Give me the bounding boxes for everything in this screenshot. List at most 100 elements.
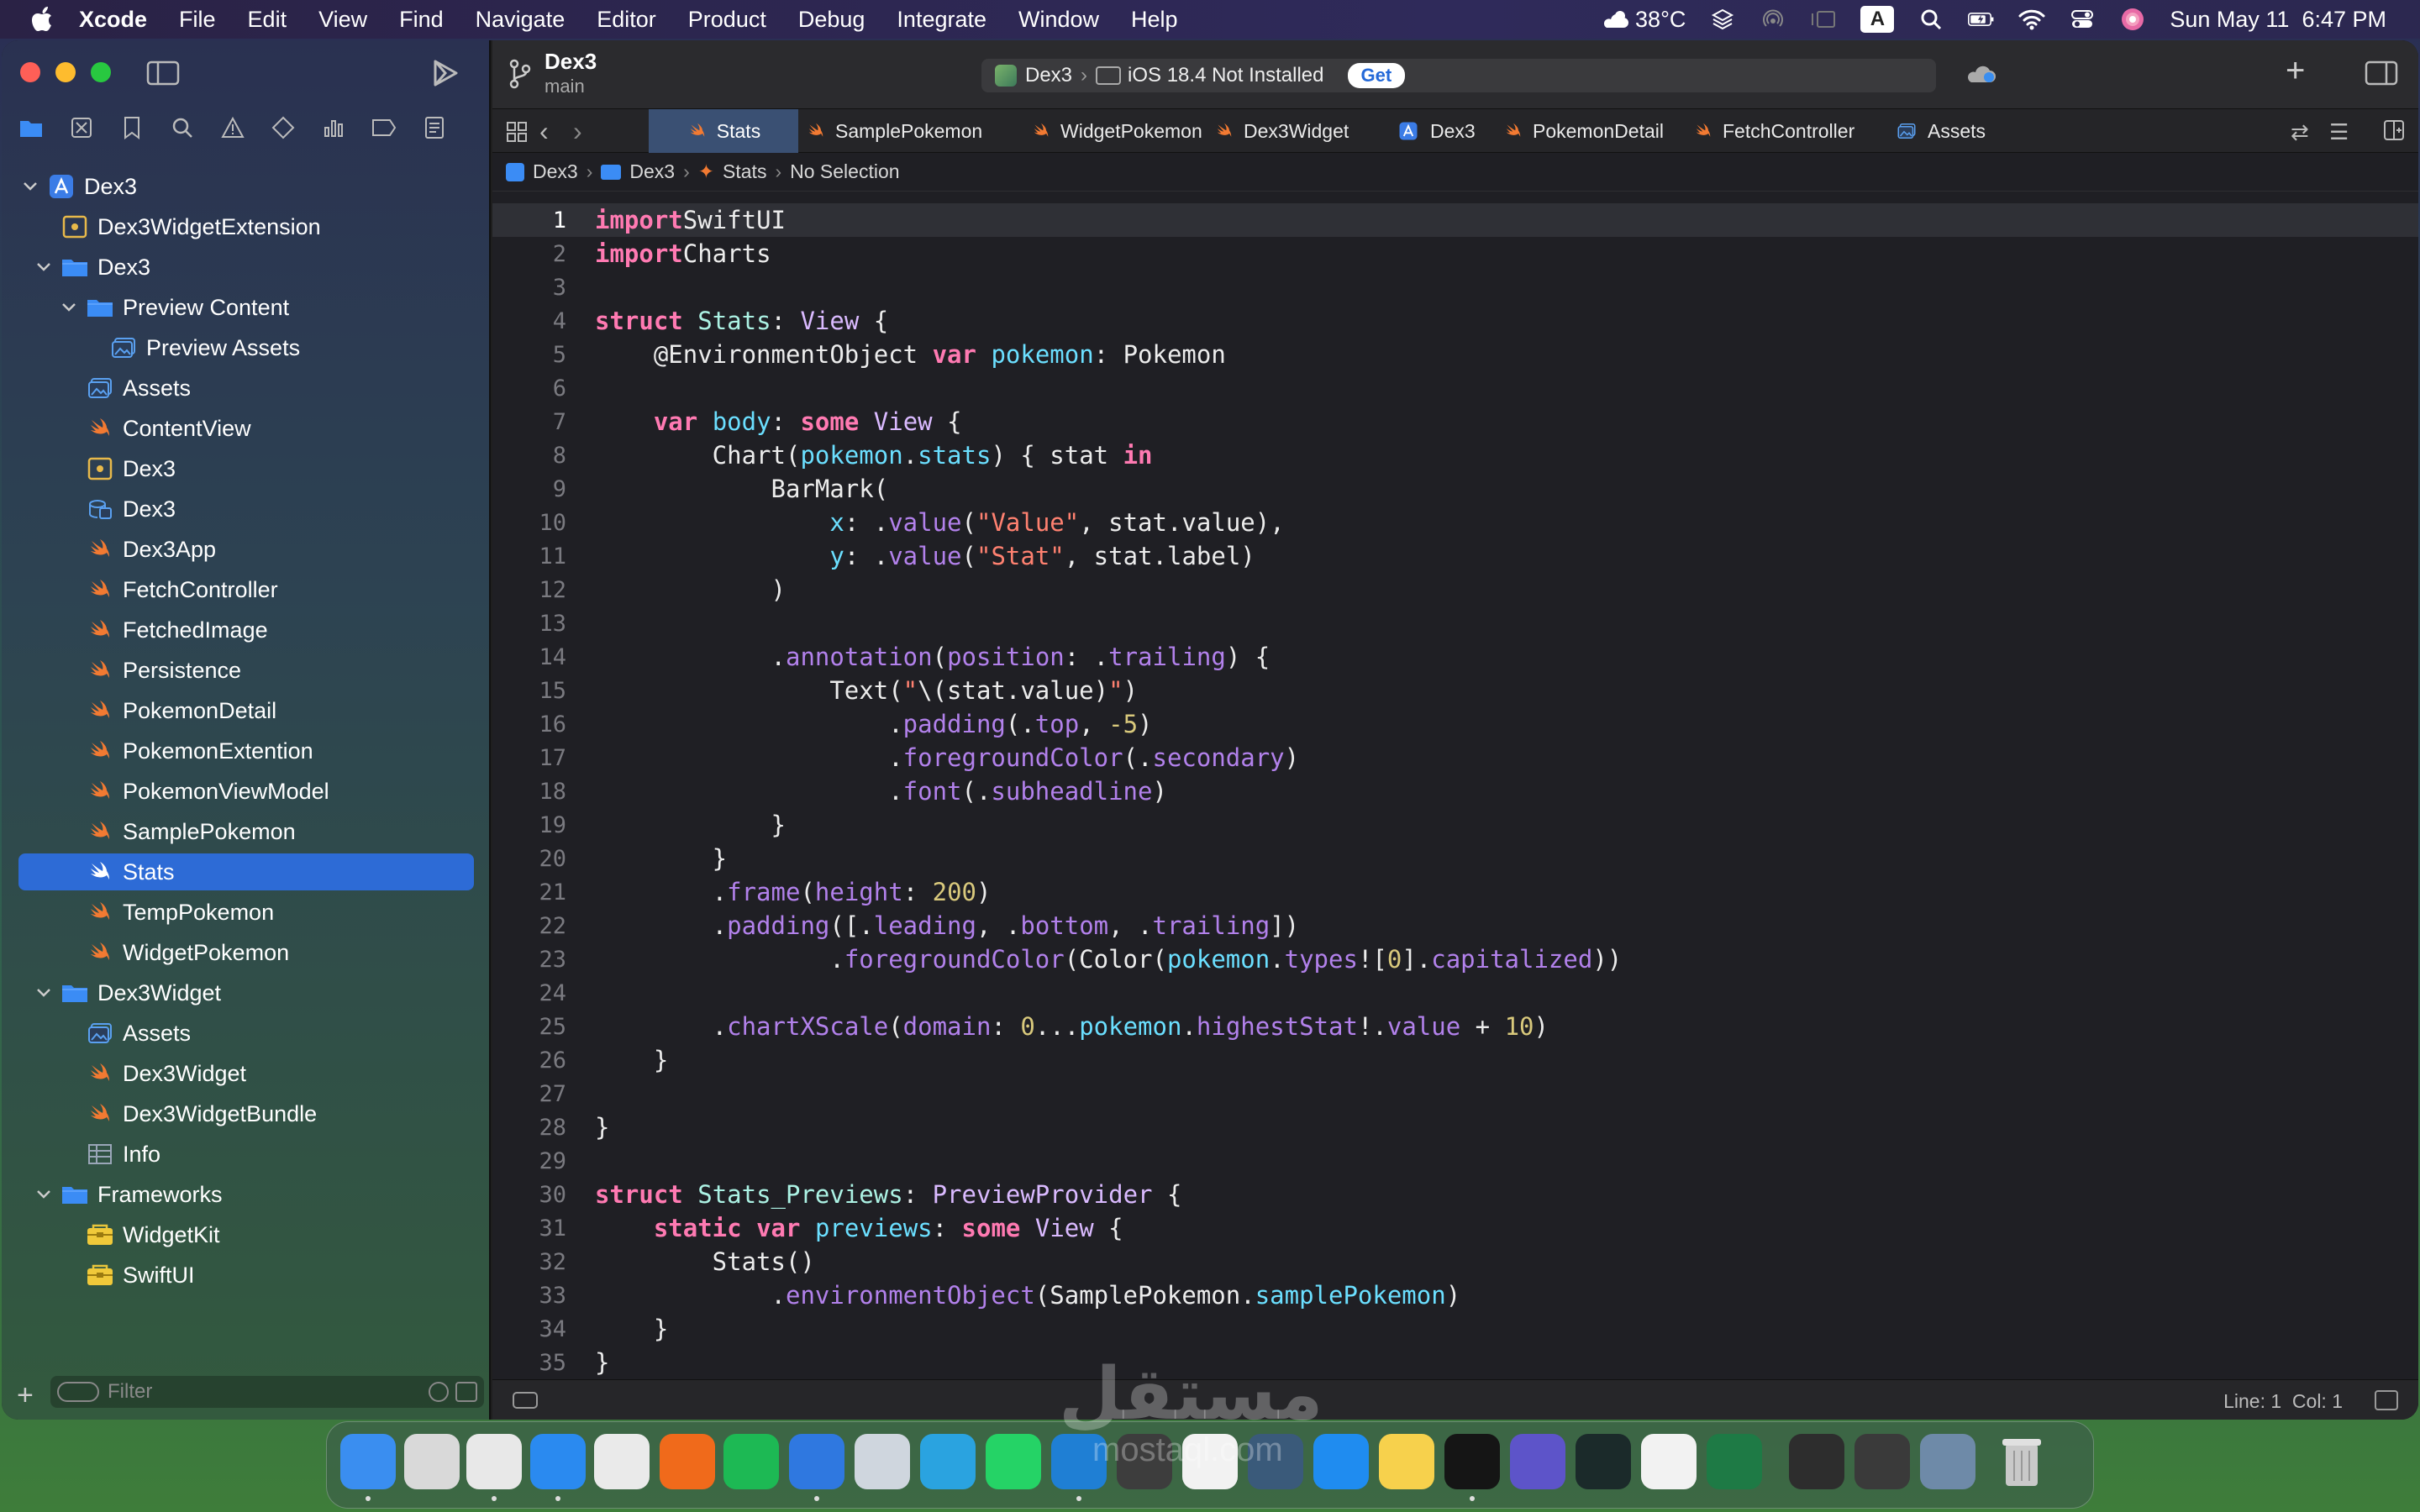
bookmark-navigator-icon[interactable] (119, 115, 145, 140)
chevron-down-icon[interactable] (35, 1186, 52, 1203)
report-navigator-icon[interactable] (422, 115, 447, 140)
source-control-navigator-icon[interactable] (69, 115, 94, 140)
line-number[interactable]: 15 (492, 678, 566, 704)
navigator-item-dex3widgetbundle[interactable]: Dex3WidgetBundle (18, 1095, 474, 1132)
add-library-icon[interactable]: + (2286, 52, 2305, 90)
code-line[interactable]: 13 (492, 606, 2418, 640)
add-file-icon[interactable]: + (17, 1379, 34, 1412)
telegram-icon[interactable] (920, 1434, 976, 1489)
menu-edit[interactable]: Edit (248, 7, 287, 33)
breakpoint-navigator-icon[interactable] (371, 115, 397, 140)
navigator-item-dex3[interactable]: Dex3 (18, 491, 474, 528)
navigator-item-temppokemon[interactable]: TempPokemon (18, 894, 474, 931)
code-line[interactable]: 14 .annotation(position: .trailing) { (492, 640, 2418, 674)
add-editor-icon[interactable] (2383, 119, 2405, 146)
code-line[interactable]: 20 } (492, 842, 2418, 875)
navigator-item-dex3[interactable]: Dex3 (18, 450, 474, 487)
layers-icon[interactable] (1709, 7, 1736, 32)
navigator-item-pokemonviewmodel[interactable]: PokemonViewModel (18, 773, 474, 810)
screenshot-icon[interactable] (1920, 1434, 1975, 1489)
tab-dex3widget[interactable]: Dex3Widget (1213, 109, 1371, 153)
line-number[interactable]: 28 (492, 1115, 566, 1141)
code-line[interactable]: 8 Chart(pokemon.stats) { stat in (492, 438, 2418, 472)
scheme-target[interactable]: Dex3 (1025, 64, 1072, 87)
code-line[interactable]: 7 var body: some View { (492, 405, 2418, 438)
find-navigator-icon[interactable] (170, 115, 195, 140)
line-number[interactable]: 8 (492, 443, 566, 469)
run-destination[interactable]: iOS 18.4 Not Installed (1128, 64, 1323, 87)
navigator-item-widgetpokemon[interactable]: WidgetPokemon (18, 934, 474, 971)
line-number[interactable]: 17 (492, 745, 566, 771)
code-line[interactable]: 27 (492, 1077, 2418, 1110)
menu-editor[interactable]: Editor (597, 7, 656, 33)
code-line[interactable]: 4 struct Stats: View { (492, 304, 2418, 338)
line-number[interactable]: 26 (492, 1047, 566, 1074)
code-line[interactable]: 30 struct Stats_Previews: PreviewProvider… (492, 1178, 2418, 1211)
line-number[interactable]: 24 (492, 980, 566, 1006)
code-line[interactable]: 24 (492, 976, 2418, 1010)
d-app-icon[interactable] (1510, 1434, 1565, 1489)
code-line[interactable]: 5 @EnvironmentObject var pokemon: Pokemo… (492, 338, 2418, 371)
line-number[interactable]: 11 (492, 543, 566, 570)
vscode-icon[interactable] (1051, 1434, 1107, 1489)
line-number[interactable]: 19 (492, 812, 566, 838)
code-line[interactable]: 9 BarMark( (492, 472, 2418, 506)
code-line[interactable]: 6 (492, 371, 2418, 405)
code-line[interactable]: 15 Text("\(stat.value)") (492, 674, 2418, 707)
line-number[interactable]: 12 (492, 577, 566, 603)
line-number[interactable]: 25 (492, 1014, 566, 1040)
line-number[interactable]: 14 (492, 644, 566, 670)
menu-window[interactable]: Window (1018, 7, 1099, 33)
folder-navigator-icon[interactable] (18, 115, 44, 140)
tab-samplepokemon[interactable]: SamplePokemon (805, 109, 1003, 153)
minimap-toggle-icon[interactable] (2375, 1390, 2398, 1410)
menu-find[interactable]: Find (399, 7, 444, 33)
line-number[interactable]: 27 (492, 1081, 566, 1107)
line-number[interactable]: 21 (492, 879, 566, 906)
chevron-down-icon[interactable] (60, 299, 77, 316)
code-line[interactable]: 33 .environmentObject(SamplePokemon.samp… (492, 1278, 2418, 1312)
scm-filter-icon[interactable] (455, 1382, 477, 1402)
code-line[interactable]: 1 importSwiftUI (492, 203, 2418, 237)
code-line[interactable]: 31 static var previews: some View { (492, 1211, 2418, 1245)
notes-icon[interactable] (1379, 1434, 1434, 1489)
code-line[interactable]: 32 Stats() (492, 1245, 2418, 1278)
chevron-down-icon[interactable] (35, 259, 52, 276)
issue-navigator-icon[interactable] (220, 115, 245, 140)
navigator-item-pokemondetail[interactable]: PokemonDetail (18, 692, 474, 729)
navigator-item-pokemonextention[interactable]: PokemonExtention (18, 732, 474, 769)
line-number[interactable]: 1 (492, 207, 566, 234)
chevron-down-icon[interactable] (35, 984, 52, 1001)
navigator-item-dex3[interactable]: Dex3 (18, 249, 474, 286)
tab-assets[interactable]: Assets (1894, 109, 1988, 153)
chatgpt-icon[interactable] (1182, 1434, 1238, 1489)
line-number[interactable]: 35 (492, 1350, 566, 1376)
safari-icon[interactable] (530, 1434, 586, 1489)
line-number[interactable]: 34 (492, 1316, 566, 1342)
code-line[interactable]: 17 .foregroundColor(.secondary) (492, 741, 2418, 774)
code-line[interactable]: 35} (492, 1346, 2418, 1379)
code-line[interactable]: 18 .font(.subheadline) (492, 774, 2418, 808)
navigator-item-info[interactable]: Info (18, 1136, 474, 1173)
control-center-icon[interactable] (2069, 7, 2096, 32)
menu-product[interactable]: Product (688, 7, 766, 33)
code-line[interactable]: 22 .padding([.leading, .bottom, .trailin… (492, 909, 2418, 942)
navigator-item-dex3widget[interactable]: Dex3Widget (18, 974, 474, 1011)
tab-fetchcontroller[interactable]: FetchController (1692, 109, 1881, 153)
menu-file[interactable]: File (179, 7, 216, 33)
line-number[interactable]: 30 (492, 1182, 566, 1208)
navigator-item-dex3widgetextension[interactable]: Dex3WidgetExtension (18, 208, 474, 245)
excel-icon[interactable] (1707, 1434, 1762, 1489)
line-number[interactable]: 32 (492, 1249, 566, 1275)
code-line[interactable]: 16 .padding(.top, -5) (492, 707, 2418, 741)
line-number[interactable]: 9 (492, 476, 566, 502)
textedit-icon[interactable] (1641, 1434, 1697, 1489)
menu-navigate[interactable]: Navigate (476, 7, 566, 33)
navigator-item-stats[interactable]: Stats (18, 853, 474, 890)
line-number[interactable]: 18 (492, 779, 566, 805)
code-line[interactable]: 11 y: .value("Stat", stat.label) (492, 539, 2418, 573)
siri-icon[interactable] (2119, 7, 2146, 32)
navigator-item-dex3widget[interactable]: Dex3Widget (18, 1055, 474, 1092)
chrome-icon[interactable] (466, 1434, 522, 1489)
filter-field[interactable]: Filter (50, 1376, 484, 1408)
